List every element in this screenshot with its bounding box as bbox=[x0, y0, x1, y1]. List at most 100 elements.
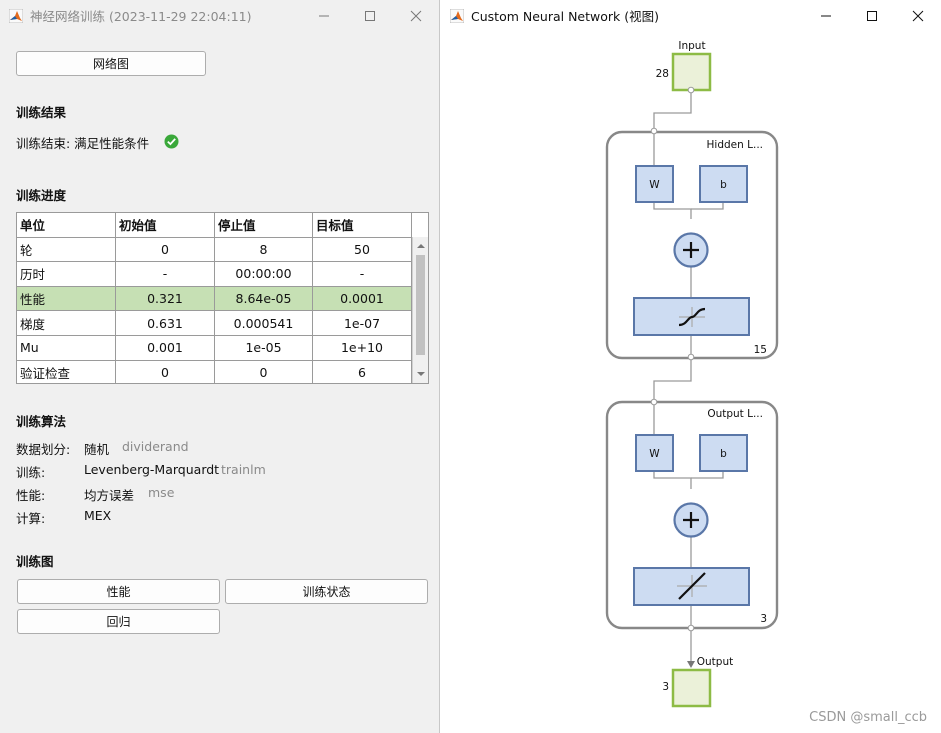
network-window-titlebar[interactable]: Custom Neural Network (视图) bbox=[441, 0, 941, 31]
table-cell: - bbox=[313, 262, 412, 287]
matlab-icon bbox=[9, 8, 23, 23]
scroll-up-arrow-icon[interactable] bbox=[417, 243, 425, 249]
result-status-text: 训练结束: 满足性能条件 bbox=[16, 133, 149, 152]
port bbox=[650, 398, 658, 406]
table-cell: 0.321 bbox=[116, 286, 215, 312]
plot-train-state-button[interactable]: 训练状态 bbox=[225, 579, 428, 604]
table-cell: 1e-07 bbox=[313, 311, 412, 336]
algo-value: Levenberg-Marquardt bbox=[84, 462, 220, 477]
table-cell: 0 bbox=[116, 360, 215, 383]
table-cell: 0.631 bbox=[116, 311, 215, 336]
algo-code: trainlm bbox=[221, 462, 266, 477]
table-header-row: 单位 初始值 停止值 目标值 bbox=[17, 213, 412, 238]
table-cell: 性能 bbox=[17, 286, 116, 312]
close-button[interactable] bbox=[895, 0, 941, 31]
algo-label: 训练: bbox=[16, 465, 46, 480]
scroll-down-arrow-icon[interactable] bbox=[417, 371, 425, 377]
table-cell: 梯度 bbox=[17, 311, 116, 336]
results-heading: 训练结果 bbox=[16, 105, 67, 120]
minimize-button[interactable] bbox=[301, 0, 347, 31]
table-cell: 6 bbox=[313, 360, 412, 383]
matlab-icon bbox=[450, 8, 464, 23]
maximize-icon bbox=[365, 10, 375, 21]
output-weight-label: W bbox=[649, 448, 660, 460]
table-cell: 验证检查 bbox=[17, 360, 116, 383]
table-row: 验证检查 0 0 6 bbox=[17, 360, 412, 383]
algo-label: 数据划分: bbox=[16, 442, 71, 457]
hidden-layer-label: Hidden L... bbox=[707, 139, 763, 151]
output-bias-label: b bbox=[720, 448, 727, 460]
minimize-icon bbox=[319, 15, 329, 16]
table-row: Mu 0.001 1e-05 1e+10 bbox=[17, 336, 412, 361]
hidden-size: 15 bbox=[754, 344, 767, 356]
input-label: Input bbox=[678, 40, 705, 52]
table-row: 梯度 0.631 0.000541 1e-07 bbox=[17, 311, 412, 336]
output-label: Output bbox=[697, 656, 733, 668]
close-icon bbox=[410, 10, 422, 21]
table-cell: - bbox=[116, 262, 215, 287]
port bbox=[650, 127, 658, 135]
close-icon bbox=[912, 10, 924, 21]
window-title: Custom Neural Network (视图) bbox=[471, 9, 659, 24]
table-row: 轮 0 8 50 bbox=[17, 237, 412, 263]
network-view-button[interactable]: 网络图 bbox=[16, 51, 206, 76]
plots-heading: 训练图 bbox=[16, 554, 54, 569]
network-diagram: Input 28 Hidden L... W b 15 Output L... … bbox=[605, 40, 779, 708]
algo-code: mse bbox=[148, 485, 175, 500]
table-cell: 1e+10 bbox=[313, 336, 412, 361]
table-header[interactable]: 初始值 bbox=[116, 213, 215, 238]
table-cell: 00:00:00 bbox=[215, 262, 313, 287]
minimize-button[interactable] bbox=[803, 0, 849, 31]
input-size: 28 bbox=[656, 68, 669, 80]
input-node bbox=[671, 52, 712, 92]
algo-label: 计算: bbox=[16, 511, 46, 526]
window-title: 神经网络训练 (2023-11-29 22:04:11) bbox=[30, 9, 252, 24]
output-layer-label: Output L... bbox=[707, 408, 763, 420]
table-header[interactable]: 单位 bbox=[17, 213, 116, 238]
table-cell: 0.000541 bbox=[215, 311, 313, 336]
arrow-head bbox=[687, 661, 695, 668]
table-cell: 50 bbox=[313, 237, 412, 263]
table-cell: 历时 bbox=[17, 262, 116, 287]
table-cell: 8 bbox=[215, 237, 313, 263]
plot-performance-button[interactable]: 性能 bbox=[17, 579, 220, 604]
maximize-button[interactable] bbox=[347, 0, 393, 31]
table-cell: Mu bbox=[17, 336, 116, 361]
minimize-icon bbox=[821, 15, 831, 16]
output-node bbox=[671, 668, 712, 708]
hidden-bias-label: b bbox=[720, 179, 727, 191]
port bbox=[687, 624, 695, 632]
table-row-highlighted: 性能 0.321 8.64e-05 0.0001 bbox=[17, 286, 412, 312]
plot-regression-button[interactable]: 回归 bbox=[17, 609, 220, 634]
table-header[interactable]: 停止值 bbox=[215, 213, 313, 238]
algo-label: 性能: bbox=[16, 488, 46, 503]
output-size: 3 bbox=[662, 681, 669, 693]
algo-value: 均方误差 bbox=[84, 488, 135, 503]
scrollbar-thumb[interactable] bbox=[416, 255, 425, 355]
algo-value: 随机 bbox=[84, 442, 110, 457]
table-scrollbar[interactable] bbox=[412, 237, 428, 383]
table-header[interactable]: 目标值 bbox=[313, 213, 412, 238]
maximize-button[interactable] bbox=[849, 0, 895, 31]
hidden-weight-label: W bbox=[649, 179, 660, 191]
table-row: 历时 - 00:00:00 - bbox=[17, 262, 412, 287]
algo-value: MEX bbox=[84, 508, 112, 523]
result-status-label: 训练结束: 满足性能条件 bbox=[16, 136, 150, 151]
algo-code: dividerand bbox=[122, 439, 189, 454]
table-cell: 0 bbox=[215, 360, 313, 383]
table-cell: 0.001 bbox=[116, 336, 215, 361]
check-circle-icon bbox=[164, 134, 179, 149]
algorithm-heading: 训练算法 bbox=[16, 414, 67, 429]
output-layer-size: 3 bbox=[760, 613, 767, 625]
port bbox=[687, 86, 695, 94]
table-cell: 1e-05 bbox=[215, 336, 313, 361]
table-cell: 0 bbox=[116, 237, 215, 263]
table-cell: 轮 bbox=[17, 237, 116, 263]
close-button[interactable] bbox=[393, 0, 439, 31]
progress-table: 单位 初始值 停止值 目标值 轮 0 8 50 历时 - 00:00:00 - … bbox=[16, 212, 429, 384]
training-window-titlebar[interactable]: 神经网络训练 (2023-11-29 22:04:11) bbox=[0, 0, 439, 31]
progress-heading: 训练进度 bbox=[16, 188, 67, 203]
table-cell: 0.0001 bbox=[313, 286, 412, 312]
maximize-icon bbox=[867, 10, 877, 21]
port bbox=[687, 353, 695, 361]
